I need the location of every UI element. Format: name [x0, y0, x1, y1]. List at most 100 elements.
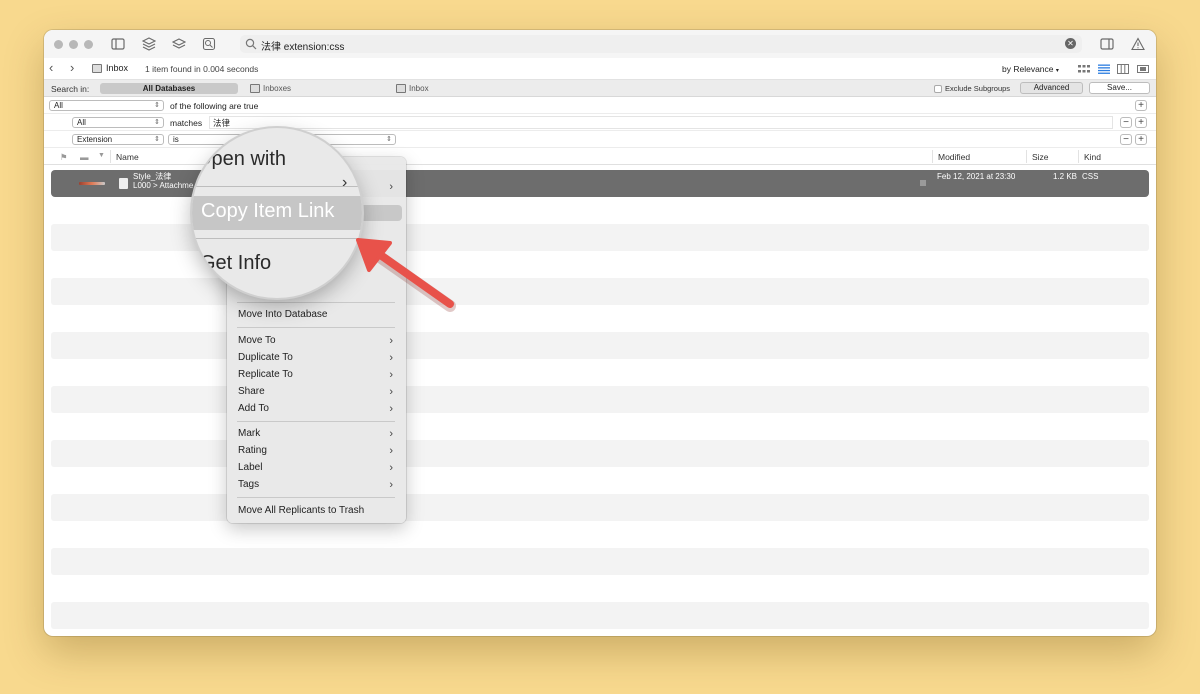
back-button[interactable]: ‹: [49, 61, 53, 74]
stack-icon[interactable]: [172, 37, 186, 51]
column-divider: [1026, 150, 1027, 163]
criterion-row: Extension ⇕ is ⇕ − +: [44, 131, 1156, 148]
scope-all-databases[interactable]: All Databases: [100, 83, 238, 94]
menu-item-mark[interactable]: Mark ›: [238, 426, 398, 442]
warning-icon[interactable]: [1131, 37, 1145, 51]
search-query[interactable]: 法律 extension:css: [261, 38, 344, 53]
preview-view-icon[interactable]: [1137, 64, 1149, 74]
menu-item-label: Label: [238, 462, 263, 473]
criterion-field-popup[interactable]: All ⇕: [72, 117, 164, 128]
menu-item-label: Move To: [238, 335, 276, 346]
forward-button[interactable]: ›: [70, 61, 74, 74]
exclude-subgroups-label: Exclude Subgroups: [945, 84, 1011, 93]
chevron-right-icon: ›: [389, 352, 393, 364]
menu-item-move-to[interactable]: Move To ›: [238, 333, 398, 349]
chevron-right-icon: ›: [389, 181, 393, 193]
inspector-toggle-icon[interactable]: [1100, 37, 1114, 51]
inbox-icon: [250, 84, 260, 93]
size-column-header[interactable]: Size: [1032, 152, 1049, 162]
scope-inbox-label: Inbox: [409, 84, 429, 93]
flag-column-icon[interactable]: ⚑: [60, 152, 68, 163]
empty-row: [51, 494, 1149, 521]
path-bar: ‹ › Inbox 1 item found in 0.004 seconds …: [44, 58, 1156, 80]
column-divider: [110, 150, 111, 163]
sort-menu[interactable]: by Relevance ▾: [1002, 64, 1059, 74]
modified-column-header[interactable]: Modified: [938, 152, 970, 162]
zoom-window-button[interactable]: [84, 40, 93, 49]
advanced-button[interactable]: Advanced: [1020, 82, 1083, 94]
scope-inbox[interactable]: Inbox: [396, 83, 429, 94]
empty-row: [51, 548, 1149, 575]
clear-search-icon[interactable]: ✕: [1065, 38, 1076, 49]
exclude-subgroups-checkbox[interactable]: [934, 85, 942, 93]
chevron-right-icon: ›: [342, 174, 348, 191]
save-button[interactable]: Save...: [1089, 82, 1150, 94]
scope-inboxes[interactable]: Inboxes: [250, 83, 291, 94]
minimize-window-button[interactable]: [69, 40, 78, 49]
menu-item-label: Add To: [238, 403, 269, 414]
criterion-field-popup[interactable]: Extension ⇕: [72, 134, 164, 145]
search-field[interactable]: 法律 extension:css ✕: [240, 35, 1082, 53]
layers-icon[interactable]: [142, 37, 156, 51]
match-mode-popup[interactable]: All ⇕: [49, 100, 164, 111]
empty-row: [51, 440, 1149, 467]
sort-label: by Relevance: [1002, 64, 1054, 74]
criterion-field-value: Extension: [77, 135, 113, 144]
criterion-row: All ⇕ matches 法律 − +: [44, 114, 1156, 131]
label-color-bar: [79, 182, 105, 185]
menu-item-move-all-replicants-to-trash[interactable]: Move All Replicants to Trash: [238, 503, 398, 519]
label-column-icon[interactable]: ▬: [80, 152, 89, 162]
kind-column-header[interactable]: Kind: [1084, 152, 1101, 162]
empty-row: [51, 278, 1149, 305]
menu-item-label: Tags: [238, 479, 260, 490]
chevron-right-icon: ›: [389, 479, 393, 491]
name-column-header[interactable]: Name: [116, 152, 139, 162]
toolbar: 法律 extension:css ✕: [44, 30, 1156, 58]
empty-row: [51, 332, 1149, 359]
list-view-icon[interactable]: [1098, 64, 1110, 74]
criterion-value-field[interactable]: 法律: [209, 116, 1113, 129]
row-size: 1.2 KB: [1053, 172, 1078, 181]
sort-indicator-icon[interactable]: ▼: [98, 152, 105, 159]
breadcrumb[interactable]: Inbox: [92, 63, 128, 73]
chevron-right-icon: ›: [389, 462, 393, 474]
chevron-right-icon: ›: [389, 403, 393, 415]
menu-separator: [237, 421, 395, 422]
smart-rule-icon[interactable]: [202, 37, 216, 51]
criterion-field-value: All: [77, 118, 86, 127]
add-criterion-button[interactable]: +: [1135, 100, 1147, 111]
criteria-header-row: All ⇕ of the following are true +: [44, 97, 1156, 114]
menu-separator: [237, 327, 395, 328]
menu-separator: [192, 238, 362, 239]
add-criterion-button[interactable]: +: [1135, 134, 1147, 145]
chevron-right-icon: ›: [389, 369, 393, 381]
menu-item-rating[interactable]: Rating ›: [238, 443, 398, 459]
menu-item-label-submenu[interactable]: Label ›: [238, 460, 398, 476]
sidebar-toggle-icon[interactable]: [111, 37, 125, 51]
remove-criterion-button[interactable]: −: [1120, 117, 1132, 128]
empty-row: [51, 602, 1149, 629]
menu-item-duplicate-to[interactable]: Duplicate To ›: [238, 350, 398, 366]
search-in-label: Search in:: [51, 84, 90, 94]
empty-row: [51, 386, 1149, 413]
menu-separator: [237, 497, 395, 498]
icon-view-icon[interactable]: [1078, 64, 1090, 74]
row-modified: Feb 12, 2021 at 23:30: [937, 172, 1016, 181]
menu-item-replicate-to[interactable]: Replicate To ›: [238, 367, 398, 383]
add-criterion-button[interactable]: +: [1135, 117, 1147, 128]
criterion-operator-value: is: [173, 135, 179, 144]
zoomed-copy-item-link: Copy Item Link: [201, 200, 335, 222]
scope-inboxes-label: Inboxes: [263, 84, 292, 93]
menu-item-add-to[interactable]: Add To ›: [238, 401, 398, 417]
menu-item-tags[interactable]: Tags ›: [238, 477, 398, 493]
remove-criterion-button[interactable]: −: [1120, 134, 1132, 145]
menu-item-label: Share: [238, 386, 265, 397]
column-view-icon[interactable]: [1117, 64, 1129, 74]
menu-item-share[interactable]: Share ›: [238, 384, 398, 400]
match-mode-value: All: [54, 101, 63, 110]
app-window: 法律 extension:css ✕ ‹ › Inbox 1 item foun…: [44, 30, 1156, 636]
inbox-icon: [92, 63, 102, 73]
menu-item-label: Mark: [238, 428, 261, 439]
close-window-button[interactable]: [54, 40, 63, 49]
zoomed-open-with: Open with: [196, 148, 287, 170]
